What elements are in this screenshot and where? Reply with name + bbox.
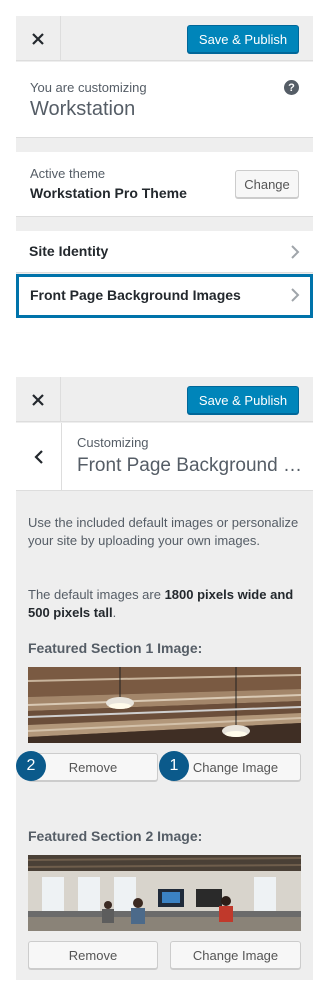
section-site-identity[interactable]: Site Identity (16, 231, 313, 273)
section-label: Front Page Background Images (30, 287, 241, 303)
chevron-right-icon (291, 288, 300, 302)
close-customizer-button[interactable] (16, 16, 61, 61)
featured-section-1-title: Featured Section 1 Image: (28, 640, 203, 656)
remove-image-1-button[interactable]: Remove (28, 753, 158, 781)
close-icon (32, 32, 44, 45)
note-text: The default images are (28, 587, 165, 602)
customizer-header: Save & Publish (16, 16, 313, 61)
callout-badge-1: 1 (159, 751, 189, 781)
customizer-panel-main: Save & Publish You are customizing Works… (16, 16, 313, 318)
section-label: Site Identity (29, 243, 109, 259)
customizing-label: Customizing (77, 435, 149, 450)
remove-image-2-button[interactable]: Remove (28, 941, 158, 969)
section-header: Customizing Front Page Background Images (16, 423, 313, 491)
chevron-left-icon (33, 449, 43, 464)
featured-section-2-title: Featured Section 2 Image: (28, 828, 203, 844)
close-customizer-button[interactable] (16, 377, 61, 422)
change-image-2-button[interactable]: Change Image (170, 941, 301, 969)
active-theme-label: Active theme (30, 166, 106, 181)
close-icon (32, 393, 44, 406)
image-size-note: The default images are 1800 pixels wide … (28, 586, 303, 622)
note-end: . (112, 605, 117, 620)
save-publish-button[interactable]: Save & Publish (187, 386, 299, 414)
callout-badge-2: 2 (16, 751, 46, 781)
customizer-header: Save & Publish (16, 377, 313, 422)
help-icon[interactable]: ? (284, 80, 299, 95)
change-image-1-button[interactable]: Change Image (170, 753, 301, 781)
active-theme-name: Workstation Pro Theme (30, 185, 187, 201)
site-title: Workstation (30, 98, 136, 120)
chevron-right-icon (291, 245, 300, 259)
customize-info: You are customizing Workstation ? (16, 62, 313, 138)
customizing-label: You are customizing (30, 80, 147, 95)
featured-section-2-image[interactable] (28, 855, 301, 931)
section-description: Use the included default images or perso… (28, 515, 299, 548)
featured-section-1-image[interactable] (28, 667, 301, 743)
back-button[interactable] (16, 423, 62, 490)
office-workspace-photo (28, 855, 301, 931)
ceiling-lights-photo (28, 667, 301, 743)
section-title: Front Page Background Images (77, 455, 303, 476)
change-theme-button[interactable]: Change (235, 170, 299, 198)
section-front-page-background-images[interactable]: Front Page Background Images (16, 274, 313, 318)
active-theme-section: Active theme Workstation Pro Theme Chang… (16, 152, 313, 217)
save-publish-button[interactable]: Save & Publish (187, 25, 299, 53)
customizer-panel-section: Save & Publish Customizing Front Page Ba… (16, 377, 313, 980)
